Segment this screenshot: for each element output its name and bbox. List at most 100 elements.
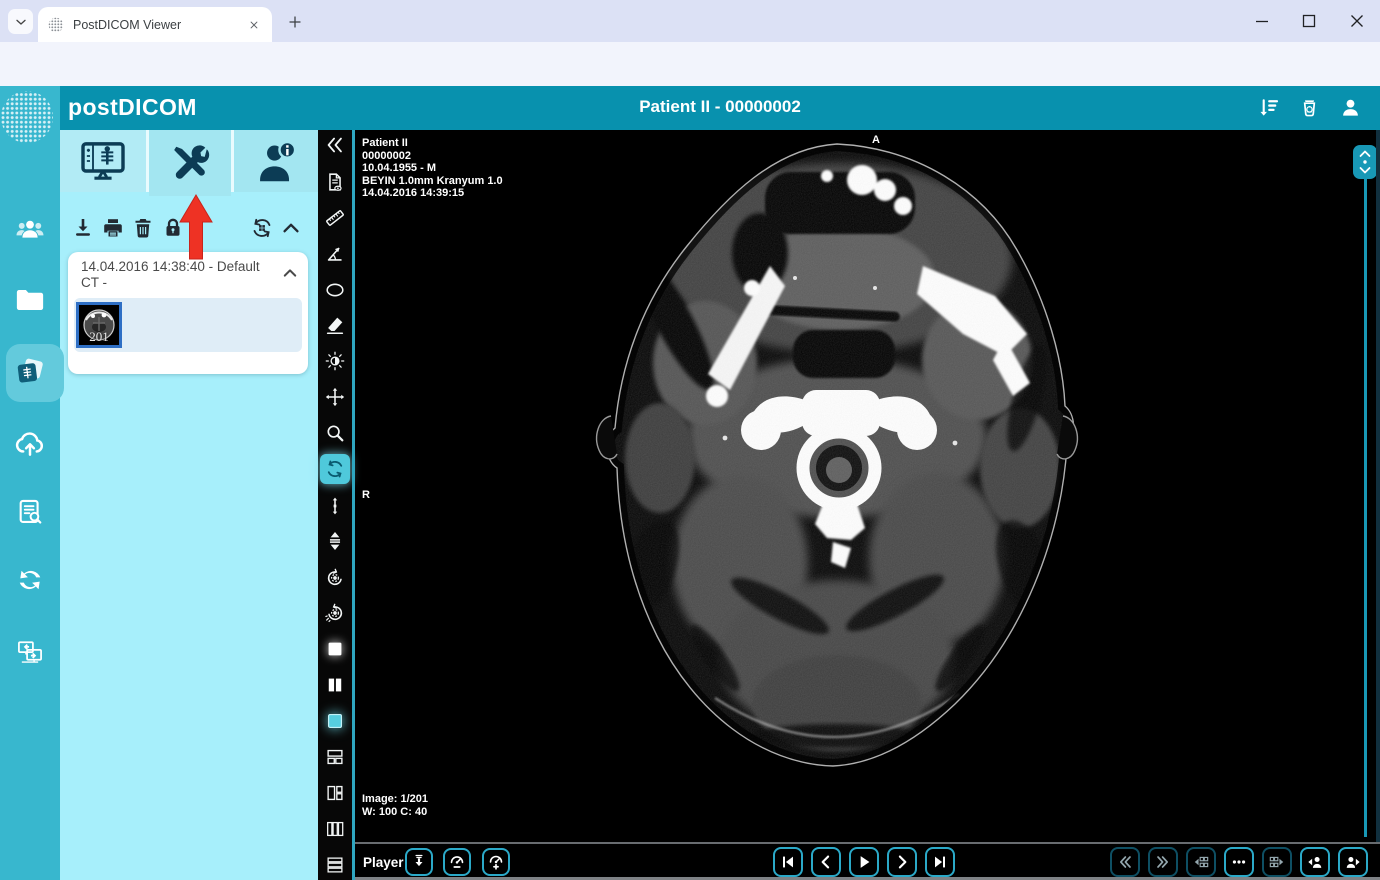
toolrail-divider — [352, 130, 355, 880]
previous-series-button[interactable] — [1110, 847, 1140, 877]
previous-patient-button[interactable] — [1300, 847, 1330, 877]
slice-slider-thumb[interactable] — [1353, 145, 1377, 179]
rotate-gear-sparkle-icon — [324, 602, 346, 624]
side-panel: 14.04.2016 14:38:40 - Default CT - 2 — [60, 130, 318, 880]
ruler-icon — [324, 207, 346, 229]
overlay-patient-id: 00000002 — [362, 150, 503, 163]
orientation-marker-anterior: A — [872, 134, 880, 147]
overlay-window-level: W: 100 C: 40 — [362, 806, 428, 819]
player-label: Player — [363, 855, 404, 870]
app-header: postDICOM Patient II - 00000002 — [0, 86, 1380, 130]
layout-top-bottom-button[interactable] — [320, 742, 350, 772]
image-viewport[interactable]: Patient II 00000002 10.04.1955 - M BEYIN… — [355, 130, 1380, 842]
recycle-bin-icon[interactable] — [1298, 96, 1321, 119]
series-thumbnail[interactable]: 201 — [76, 302, 122, 348]
speed-increase-button[interactable] — [482, 848, 510, 876]
angle-tool-button[interactable] — [320, 239, 350, 269]
tab-tools[interactable] — [149, 130, 231, 196]
tab-viewer-display[interactable] — [60, 130, 146, 192]
tab-close-button[interactable] — [245, 16, 262, 33]
sidebar-item-patients[interactable] — [0, 210, 60, 250]
collapse-panel-button[interactable] — [320, 130, 350, 160]
study-images-icon — [15, 357, 45, 387]
layout-single-icon — [324, 638, 346, 660]
rotate-reset-button[interactable] — [320, 563, 350, 593]
zoom-tool-button[interactable] — [320, 418, 350, 448]
view-report-button[interactable] — [320, 167, 350, 197]
next-image-button[interactable] — [887, 847, 917, 877]
window-close-button[interactable] — [1347, 12, 1367, 30]
sidebar-item-sync[interactable] — [0, 560, 60, 600]
scroll-images-button[interactable] — [320, 491, 350, 521]
series-collapse-icon[interactable] — [281, 264, 299, 282]
last-image-button[interactable] — [925, 847, 955, 877]
folder-icon — [15, 287, 45, 313]
first-image-button[interactable] — [773, 847, 803, 877]
next-patient-button[interactable] — [1338, 847, 1368, 877]
last-icon — [930, 852, 950, 872]
rotate-gear-icon — [324, 567, 346, 589]
eraser-tool-button[interactable] — [320, 310, 350, 340]
window-minimize-button[interactable] — [1252, 12, 1272, 30]
layout-single-button[interactable] — [320, 634, 350, 664]
chevron-up-icon — [280, 217, 302, 239]
tools-icon — [168, 142, 212, 184]
next-series-button[interactable] — [1148, 847, 1178, 877]
layout-two-columns-button[interactable] — [320, 670, 350, 700]
patient-previous-icon — [1305, 852, 1325, 872]
ellipse-tool-button[interactable] — [320, 275, 350, 305]
layout-three-rows-button[interactable] — [320, 850, 350, 880]
window-level-button[interactable] — [320, 346, 350, 376]
overlay-series-description: BEYIN 1.0mm Kranyum 1.0 — [362, 175, 503, 188]
collapse-toolbar-button[interactable] — [277, 214, 305, 242]
layout-top-bottom-icon — [324, 746, 346, 768]
tab-patient-info[interactable] — [234, 130, 318, 192]
download-icon — [71, 216, 95, 240]
pan-tool-button[interactable] — [320, 382, 350, 412]
slice-slider-track[interactable] — [1364, 177, 1367, 837]
browser-tab[interactable]: PostDICOM Viewer — [38, 7, 272, 42]
stack-scroll-button[interactable] — [320, 526, 350, 556]
rotate-auto-button[interactable] — [320, 598, 350, 628]
more-options-button[interactable] — [1224, 847, 1254, 877]
player-bar: Player — [355, 842, 1380, 880]
sidebar-item-upload[interactable] — [0, 423, 60, 463]
layout-two-columns-icon — [324, 674, 346, 696]
play-button[interactable] — [849, 847, 879, 877]
sidebar-item-share-screens[interactable] — [0, 631, 60, 671]
layout-left-right-icon — [324, 782, 346, 804]
ellipse-icon — [324, 279, 346, 301]
series-layout-button[interactable] — [248, 214, 276, 242]
cine-save-button[interactable] — [405, 848, 433, 876]
previous-image-button[interactable] — [811, 847, 841, 877]
delete-button[interactable] — [129, 214, 157, 242]
tab-title: PostDICOM Viewer — [73, 18, 245, 32]
sort-descending-icon[interactable] — [1257, 96, 1280, 119]
annotation-arrow — [179, 194, 213, 260]
patient-title: Patient II - 00000002 — [60, 97, 1380, 117]
download-button[interactable] — [69, 214, 97, 242]
layout-three-columns-button[interactable] — [320, 814, 350, 844]
viewer-tool-rail — [318, 130, 352, 880]
dicom-overlay-topleft: Patient II 00000002 10.04.1955 - M BEYIN… — [362, 137, 503, 200]
ruler-tool-button[interactable] — [320, 203, 350, 233]
favicon-icon — [48, 17, 64, 33]
new-tab-button[interactable] — [284, 11, 306, 33]
sidebar-item-studies[interactable] — [0, 352, 60, 392]
layout-current-button[interactable] — [320, 706, 350, 736]
speed-decrease-button[interactable] — [443, 848, 471, 876]
user-icon[interactable] — [1339, 96, 1362, 119]
report-eye-icon — [324, 171, 346, 193]
sidebar-item-worklist[interactable] — [0, 492, 60, 532]
series-title[interactable]: 14.04.2016 14:38:40 - Default CT - — [81, 259, 281, 291]
next-layout-button[interactable] — [1262, 847, 1292, 877]
eraser-icon — [324, 314, 346, 336]
sidebar-item-folders[interactable] — [0, 280, 60, 320]
previous-layout-button[interactable] — [1186, 847, 1216, 877]
tab-search-button[interactable] — [8, 9, 33, 34]
rotate-tool-button[interactable] — [320, 454, 350, 484]
browser-toolbar: germany.postdicom.com/Viewer/Main — [0, 42, 1380, 86]
window-maximize-button[interactable] — [1299, 12, 1319, 30]
layout-left-right-button[interactable] — [320, 778, 350, 808]
print-button[interactable] — [99, 214, 127, 242]
